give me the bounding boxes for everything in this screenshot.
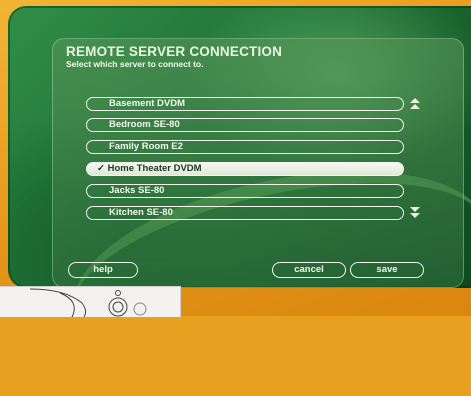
server-item-label: Family Room E2: [109, 141, 183, 152]
server-item-jacks-se80[interactable]: Jacks SE-80: [86, 184, 404, 198]
save-button[interactable]: save: [350, 262, 424, 278]
server-item-bedroom-se80[interactable]: Bedroom SE-80: [86, 118, 404, 132]
checkmark-icon: ✓: [97, 163, 108, 174]
server-item-basement-dvdm[interactable]: Basement DVDM: [86, 97, 404, 111]
server-item-label: Bedroom SE-80: [109, 119, 180, 130]
remote-control-illustration: [0, 286, 181, 317]
cancel-button[interactable]: cancel: [272, 262, 346, 278]
server-item-family-room-e2[interactable]: Family Room E2: [86, 140, 404, 154]
help-button[interactable]: help: [68, 262, 138, 278]
server-item-label: Basement DVDM: [109, 98, 186, 109]
server-item-kitchen-se80[interactable]: Kitchen SE-80: [86, 206, 404, 220]
server-item-home-theater-dvdm[interactable]: ✓ Home Theater DVDM: [86, 162, 404, 176]
scroll-down-icon[interactable]: [410, 207, 420, 222]
server-item-label: Home Theater DVDM: [107, 163, 202, 174]
dialog-subtitle: Select which server to connect to.: [66, 59, 204, 69]
server-item-label: Jacks SE-80: [109, 185, 165, 196]
server-item-label: Kitchen SE-80: [109, 207, 173, 218]
scroll-up-icon[interactable]: [410, 98, 420, 113]
dialog-title: REMOTE SERVER CONNECTION: [66, 44, 283, 59]
